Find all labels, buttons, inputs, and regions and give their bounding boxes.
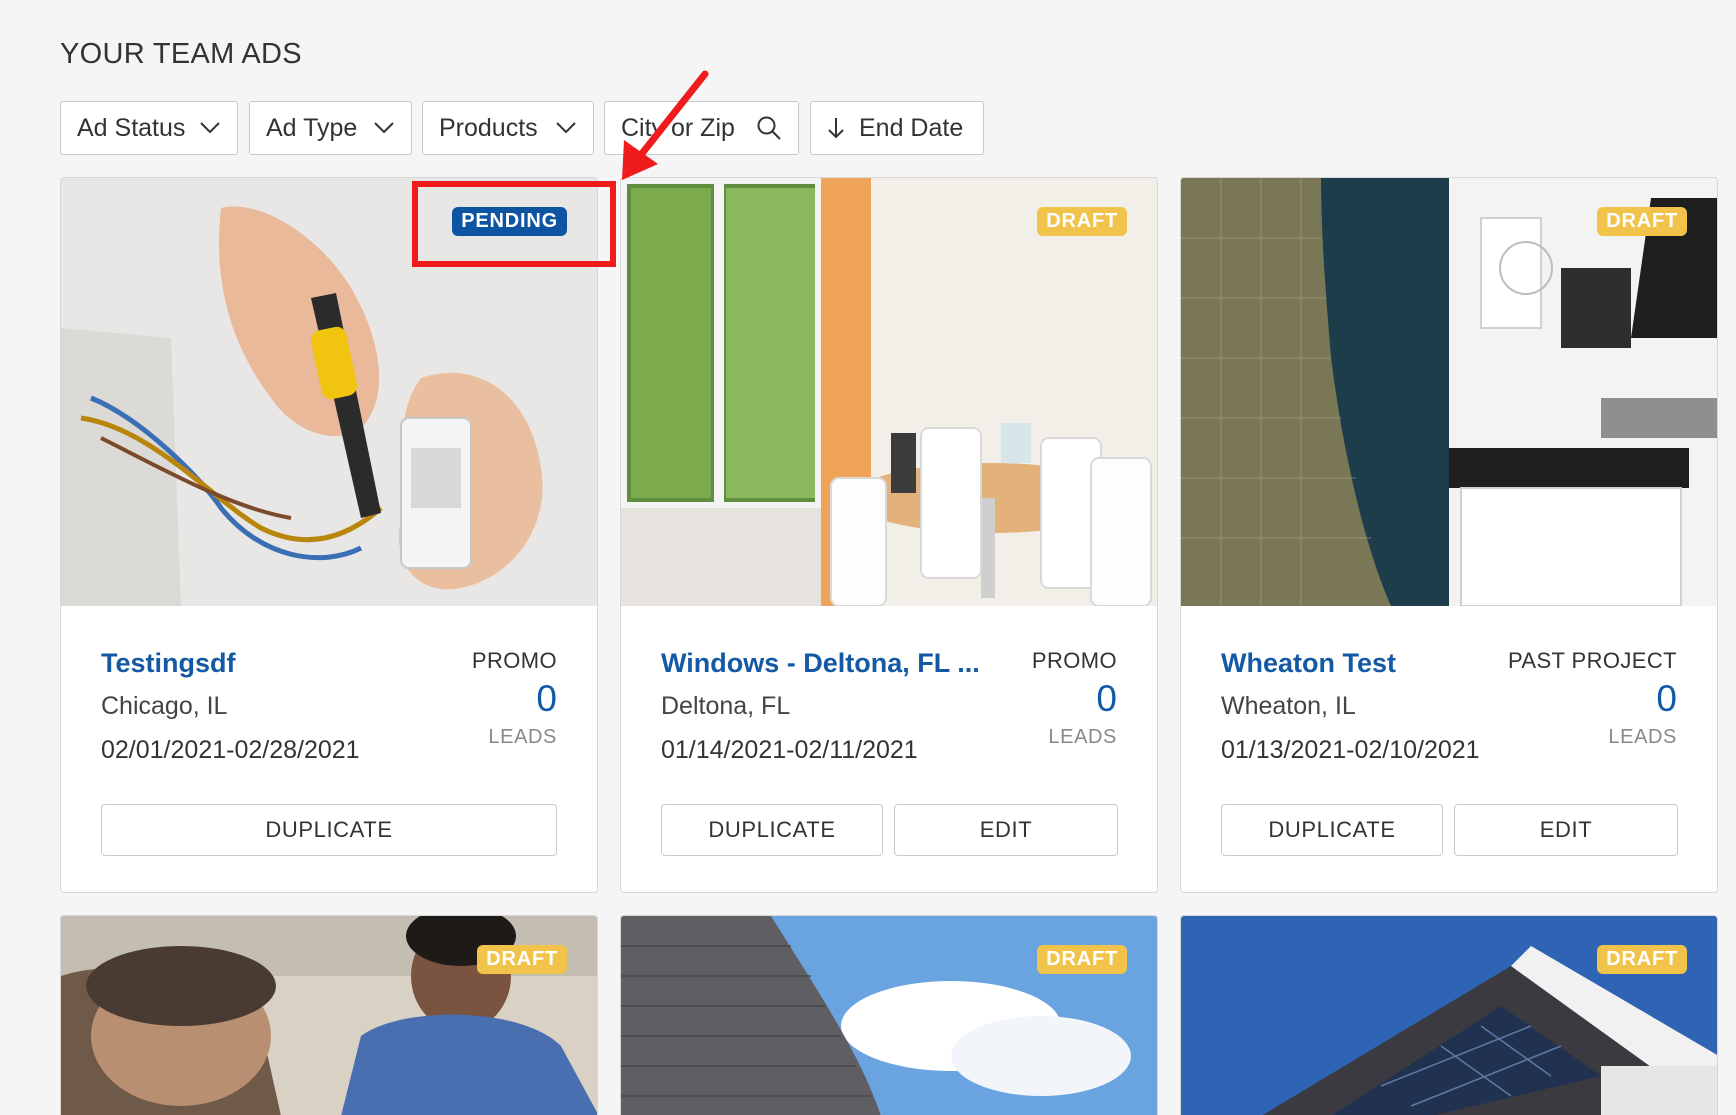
arrow-down-icon [828,118,844,139]
duplicate-button[interactable]: DUPLICATE [1221,804,1443,856]
ad-card[interactable]: PENDING Testingsdf PROMO Chicago, IL 02/… [60,177,598,893]
ad-location: Deltona, FL [661,692,791,720]
lead-count: 0 [1096,678,1117,719]
ad-status-dropdown[interactable]: Ad Status [60,101,238,155]
ad-type-label: Ad Type [266,113,358,142]
chevron-down-icon [374,122,394,134]
status-badge: DRAFT [1597,207,1687,236]
ad-status-label: Ad Status [77,113,186,142]
ad-image-map-kitchen [1181,178,1717,606]
ad-image-windows [621,178,1157,606]
ad-date-range: 01/13/2021-02/10/2021 [1221,736,1480,764]
status-badge: DRAFT [1037,945,1127,974]
ad-date-range: 01/14/2021-02/11/2021 [661,736,918,764]
lead-count: 0 [536,678,557,719]
ad-title-link[interactable]: Windows - Deltona, FL ... [661,648,980,679]
chevron-down-icon [200,122,220,134]
products-dropdown[interactable]: Products [422,101,594,155]
duplicate-button[interactable]: DUPLICATE [101,804,557,856]
ad-title-link[interactable]: Wheaton Test [1221,648,1396,679]
leads-label: LEADS [1608,726,1677,748]
ad-card[interactable]: DRAFT [1180,915,1718,1115]
duplicate-button[interactable]: DUPLICATE [661,804,883,856]
ad-card[interactable]: DRAFT [60,915,598,1115]
ad-card[interactable]: DRAFT Wheaton Test PAST PROJECT Wheaton,… [1180,177,1718,893]
ad-location: Chicago, IL [101,692,228,720]
ad-type: PAST PROJECT [1507,648,1677,673]
ad-type-dropdown[interactable]: Ad Type [249,101,412,155]
edit-button[interactable]: EDIT [894,804,1118,856]
ad-date-range: 02/01/2021-02/28/2021 [101,736,360,764]
lead-count: 0 [1656,678,1677,719]
status-badge: DRAFT [1037,207,1127,236]
ad-type: PROMO [1031,648,1117,673]
page-title: YOUR TEAM ADS [60,38,302,70]
highlight-annotation-box [412,181,616,267]
ad-title-link[interactable]: Testingsdf [101,648,236,679]
edit-button[interactable]: EDIT [1454,804,1678,856]
ad-card[interactable]: DRAFT Windows - Deltona, FL ... PROMO De… [620,177,1158,893]
status-badge: DRAFT [477,945,567,974]
end-date-sort[interactable]: End Date [810,101,984,155]
leads-label: LEADS [488,726,557,748]
annotation-arrow-icon [622,70,709,180]
ad-card[interactable]: DRAFT [620,915,1158,1115]
end-date-label: End Date [859,113,964,142]
status-badge: DRAFT [1597,945,1687,974]
products-label: Products [439,113,538,142]
chevron-down-icon [556,122,576,134]
ad-location: Wheaton, IL [1221,692,1356,720]
ad-type: PROMO [471,648,557,673]
leads-label: LEADS [1048,726,1117,748]
search-icon [757,116,781,140]
